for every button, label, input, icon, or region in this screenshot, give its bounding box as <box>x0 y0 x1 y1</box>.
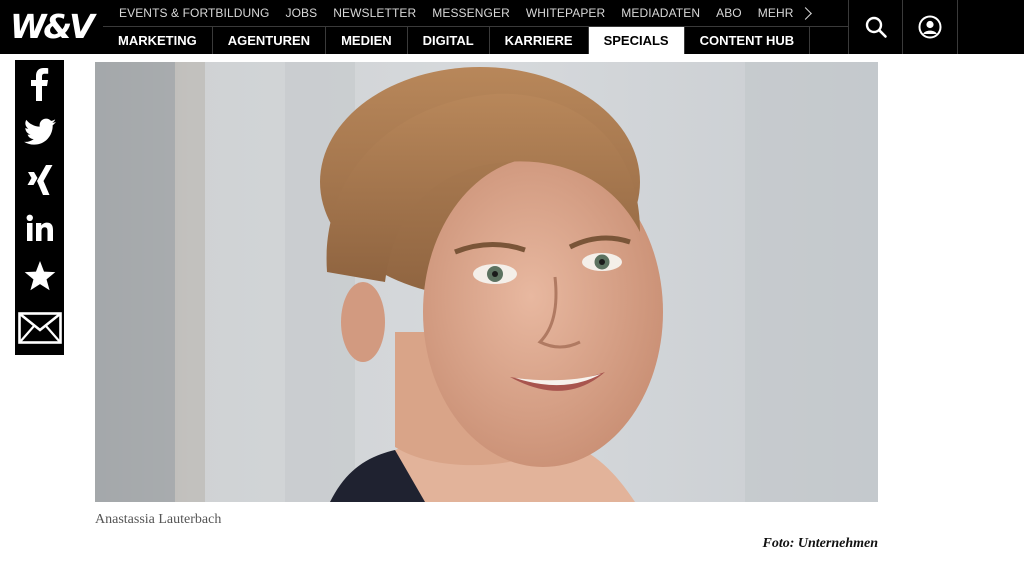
tab-marketing[interactable]: MARKETING <box>103 27 212 54</box>
chevron-right-icon[interactable] <box>799 6 813 20</box>
linkedin-icon <box>26 214 53 241</box>
facebook-icon <box>30 68 48 101</box>
logo-text: W&V <box>10 7 95 46</box>
topnav-messenger[interactable]: MESSENGER <box>432 6 510 20</box>
tab-digital[interactable]: DIGITAL <box>406 27 489 54</box>
topnav-mediadaten[interactable]: MEDIADATEN <box>621 6 700 20</box>
account-button[interactable] <box>902 0 958 54</box>
topnav-newsletter[interactable]: NEWSLETTER <box>333 6 416 20</box>
share-twitter-button[interactable] <box>15 110 64 154</box>
tab-karriere[interactable]: KARRIERE <box>488 27 588 54</box>
site-logo[interactable]: W&V <box>10 7 95 46</box>
star-icon <box>24 261 55 291</box>
xing-icon <box>27 165 52 195</box>
share-mail-button[interactable] <box>15 306 64 350</box>
bookmark-button[interactable] <box>15 255 64 299</box>
share-xing-button[interactable] <box>15 158 64 202</box>
share-linkedin-button[interactable] <box>15 206 64 250</box>
search-icon <box>865 16 887 38</box>
mail-icon <box>17 312 62 344</box>
main-navigation: MARKETING AGENTUREN MEDIEN DIGITAL KARRI… <box>103 27 811 54</box>
share-sidebar <box>15 60 64 355</box>
twitter-icon <box>23 118 56 145</box>
image-credit: Foto: Unternehmen <box>762 536 878 551</box>
topnav-jobs[interactable]: JOBS <box>285 6 317 20</box>
topnav-mehr[interactable]: MEHR <box>758 6 794 20</box>
search-button[interactable] <box>848 0 903 54</box>
topnav-events[interactable]: EVENTS & FORTBILDUNG <box>119 6 269 20</box>
article-hero-image <box>95 62 878 502</box>
tab-content-hub[interactable]: CONTENT HUB <box>683 27 811 54</box>
top-navigation: EVENTS & FORTBILDUNG JOBS NEWSLETTER MES… <box>103 0 848 27</box>
portrait-photo <box>95 62 878 502</box>
share-facebook-button[interactable] <box>15 62 64 106</box>
topnav-abo[interactable]: ABO <box>716 6 742 20</box>
tab-specials[interactable]: SPECIALS <box>587 27 684 54</box>
user-account-icon <box>918 15 942 39</box>
tab-medien[interactable]: MEDIEN <box>325 27 407 54</box>
image-caption: Anastassia Lauterbach <box>95 512 222 527</box>
topnav-whitepaper[interactable]: WHITEPAPER <box>526 6 605 20</box>
site-header: W&V EVENTS & FORTBILDUNG JOBS NEWSLETTER… <box>0 0 1024 54</box>
tab-agenturen[interactable]: AGENTUREN <box>211 27 325 54</box>
